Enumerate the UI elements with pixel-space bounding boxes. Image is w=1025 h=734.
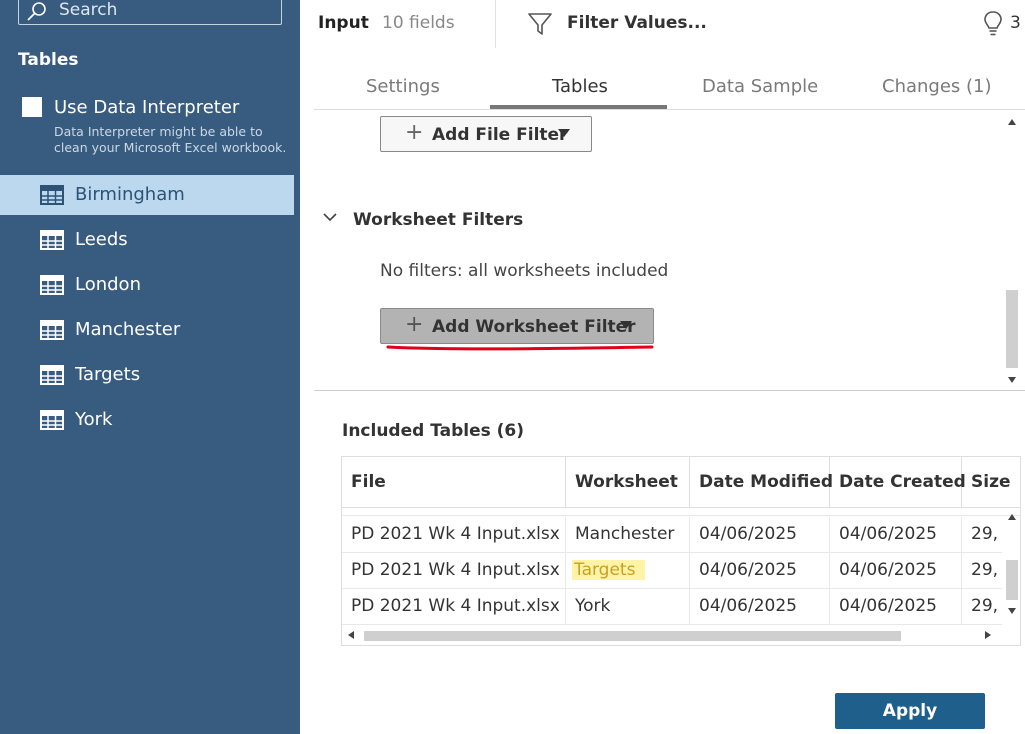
red-annotation-underline bbox=[386, 345, 654, 351]
apply-button[interactable]: Apply bbox=[835, 693, 985, 729]
plus-icon: + bbox=[405, 312, 424, 337]
column-header-date-modified[interactable]: Date Modified bbox=[690, 457, 833, 507]
scrollbar-thumb[interactable] bbox=[1006, 290, 1018, 368]
sidebar-table-label: York bbox=[75, 409, 113, 430]
scroll-left-icon[interactable] bbox=[348, 631, 354, 639]
table-icon bbox=[40, 410, 64, 430]
grid-vertical-scrollbar[interactable] bbox=[1004, 508, 1020, 621]
filters-scrollbar[interactable] bbox=[1004, 115, 1020, 390]
cell-date-modified: 04/06/2025 bbox=[690, 517, 830, 553]
data-interpreter-label[interactable]: Use Data Interpreter bbox=[54, 97, 239, 118]
step-title: Input bbox=[318, 13, 369, 33]
column-header-file[interactable]: File bbox=[342, 457, 566, 507]
sidebar-table-label: Targets bbox=[75, 364, 141, 385]
section-divider bbox=[314, 390, 1025, 391]
scroll-right-icon[interactable] bbox=[985, 631, 991, 639]
table-icon bbox=[40, 185, 64, 205]
sidebar: Tables Use Data Interpreter Data Interpr… bbox=[0, 0, 300, 734]
highlighted-worksheet: Targets bbox=[572, 560, 646, 580]
sidebar-table-label: London bbox=[75, 274, 141, 295]
cell-size: 29, bbox=[971, 524, 999, 544]
table-icon bbox=[40, 275, 64, 295]
scroll-up-icon[interactable] bbox=[1008, 119, 1016, 125]
plus-icon: + bbox=[405, 120, 424, 145]
cell-worksheet: Targets bbox=[566, 553, 690, 589]
cell-file: PD 2021 Wk 4 Input.xlsx bbox=[342, 553, 566, 589]
cell-worksheet: Manchester bbox=[566, 517, 690, 553]
included-tables-heading: Included Tables (6) bbox=[342, 421, 525, 441]
table-row[interactable]: PD 2021 Wk 4 Input.xlsx Targets 04/06/20… bbox=[342, 553, 1002, 589]
topbar-divider bbox=[495, 0, 496, 48]
column-header-worksheet[interactable]: Worksheet bbox=[566, 457, 690, 507]
tab-changes[interactable]: Changes (1) bbox=[882, 76, 992, 97]
cell-file: PD 2021 Wk 4 Input.xlsx bbox=[342, 589, 566, 625]
cell-size: 29, bbox=[971, 596, 999, 616]
cell-date-created: 04/06/2025 bbox=[830, 589, 962, 625]
sidebar-table-targets[interactable]: Targets bbox=[0, 355, 294, 395]
recommendations-count: 3 bbox=[1010, 13, 1021, 33]
cell-date-created: 04/06/2025 bbox=[830, 553, 962, 589]
table-icon bbox=[40, 230, 64, 250]
table-row[interactable]: PD 2021 Wk 4 Input.xlsx York 04/06/2025 … bbox=[342, 589, 1002, 625]
tab-tables[interactable]: Tables bbox=[552, 76, 608, 97]
lightbulb-icon[interactable] bbox=[983, 10, 1003, 38]
cell-date-modified: 04/06/2025 bbox=[690, 589, 830, 625]
sidebar-table-leeds[interactable]: Leeds bbox=[0, 220, 294, 260]
data-interpreter-checkbox[interactable] bbox=[22, 97, 42, 117]
sidebar-table-label: Leeds bbox=[75, 229, 128, 250]
add-file-filter-button[interactable]: + Add File Filter bbox=[380, 116, 592, 152]
sidebar-table-york[interactable]: York bbox=[0, 400, 294, 440]
data-interpreter-description: Data Interpreter might be able to clean … bbox=[54, 124, 287, 155]
column-header-size[interactable]: Size bbox=[962, 457, 1020, 507]
caret-down-icon bbox=[620, 321, 632, 329]
add-worksheet-filter-button[interactable]: + Add Worksheet Filter bbox=[380, 308, 654, 344]
cell-worksheet: York bbox=[566, 589, 690, 625]
no-filters-text: No filters: all worksheets included bbox=[380, 261, 669, 281]
filter-icon[interactable] bbox=[527, 11, 553, 37]
scroll-up-icon[interactable] bbox=[1008, 514, 1016, 520]
sidebar-table-london[interactable]: London bbox=[0, 265, 294, 305]
sidebar-table-birmingham[interactable]: Birmingham bbox=[0, 175, 294, 215]
table-icon bbox=[40, 365, 64, 385]
included-tables-grid: File Worksheet Date Modified Date Create… bbox=[341, 456, 1021, 646]
cell-file: PD 2021 Wk 4 Input.xlsx bbox=[342, 517, 566, 553]
tabs-divider bbox=[314, 109, 1025, 110]
search-input[interactable] bbox=[59, 0, 269, 21]
scrollbar-thumb[interactable] bbox=[1006, 560, 1018, 600]
tab-data-sample[interactable]: Data Sample bbox=[702, 76, 818, 97]
scroll-down-icon[interactable] bbox=[1008, 608, 1016, 614]
column-header-date-created[interactable]: Date Created bbox=[830, 457, 966, 507]
add-file-filter-label: Add File Filter bbox=[432, 125, 568, 145]
filter-values-button[interactable]: Filter Values... bbox=[567, 13, 707, 33]
scroll-down-icon[interactable] bbox=[1008, 377, 1016, 383]
worksheet-filters-heading: Worksheet Filters bbox=[353, 210, 524, 230]
table-row[interactable]: PD 2021 Wk 4 Input.xlsx Manchester 04/06… bbox=[342, 517, 1002, 553]
grid-horizontal-scrollbar[interactable] bbox=[342, 627, 1002, 643]
chevron-down-icon[interactable] bbox=[322, 211, 338, 223]
partial-table-row bbox=[342, 508, 1020, 516]
tables-heading: Tables bbox=[18, 50, 79, 70]
sidebar-table-label: Birmingham bbox=[75, 184, 185, 205]
cell-size: 29, bbox=[971, 560, 999, 580]
cell-date-modified: 04/06/2025 bbox=[690, 553, 830, 589]
sidebar-table-label: Manchester bbox=[75, 319, 181, 340]
table-icon bbox=[40, 320, 64, 340]
caret-down-icon bbox=[558, 129, 570, 137]
field-count: 10 fields bbox=[382, 13, 455, 33]
sidebar-table-manchester[interactable]: Manchester bbox=[0, 310, 294, 350]
tab-settings[interactable]: Settings bbox=[366, 76, 440, 97]
scrollbar-thumb[interactable] bbox=[364, 631, 901, 641]
cell-date-created: 04/06/2025 bbox=[830, 517, 962, 553]
search-box[interactable] bbox=[18, 0, 282, 25]
add-worksheet-filter-label: Add Worksheet Filter bbox=[432, 317, 636, 337]
search-icon bbox=[27, 2, 46, 21]
